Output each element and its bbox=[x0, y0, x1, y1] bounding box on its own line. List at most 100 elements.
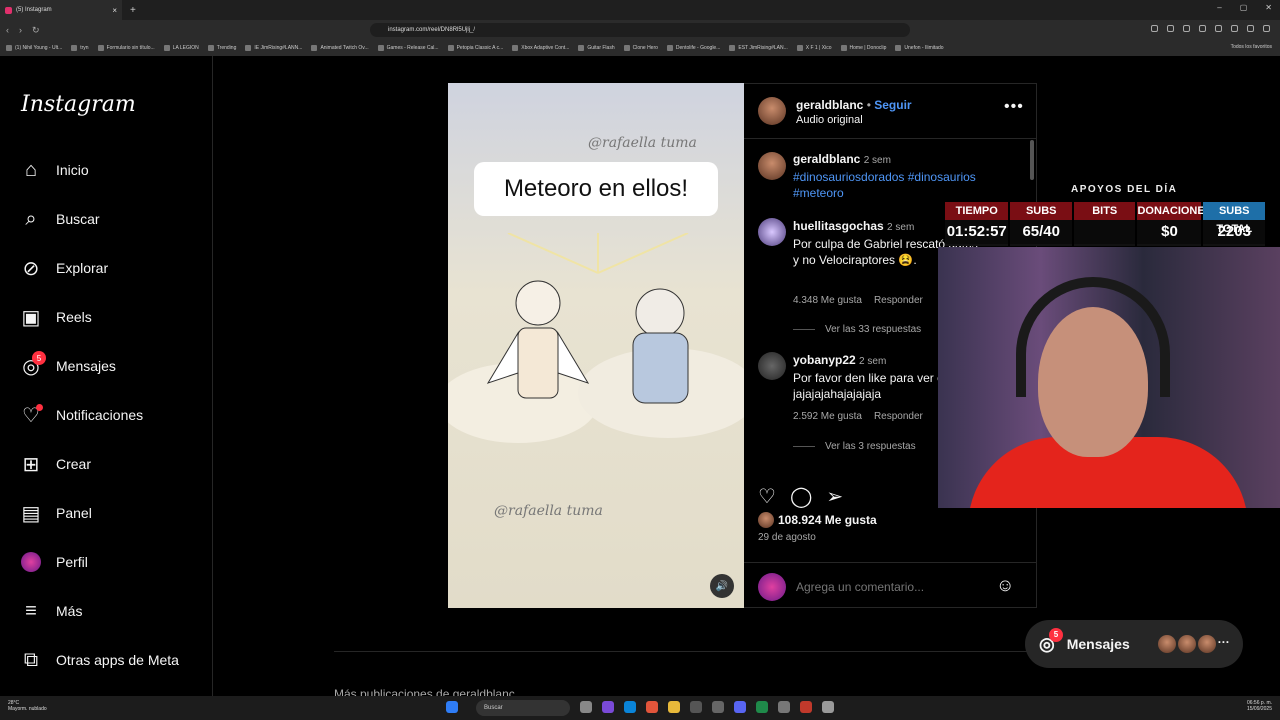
caption-avatar[interactable] bbox=[758, 152, 786, 180]
comment-username[interactable]: yobanyp22 bbox=[793, 353, 856, 367]
close-window-icon[interactable]: ✕ bbox=[1265, 3, 1272, 12]
terminal-icon[interactable] bbox=[756, 701, 768, 713]
bookmark-item[interactable]: Trending bbox=[207, 45, 236, 51]
reel-video[interactable]: @rafaella tuma Meteoro en ellos! @rafael… bbox=[448, 83, 744, 608]
maximize-icon[interactable]: ▢ bbox=[1240, 3, 1248, 12]
url-input[interactable]: instagram.com/reel/DN8Rl5Ujlj_/ bbox=[370, 23, 910, 37]
bookmark-item[interactable]: Guitar Flash bbox=[578, 45, 615, 51]
sidebar-item-más[interactable]: ≡ Más bbox=[20, 593, 210, 629]
bookmark-item[interactable]: (1) Nihil Young - Ult... bbox=[6, 45, 62, 51]
comment-input[interactable] bbox=[796, 577, 986, 597]
like-icon[interactable]: ♡ bbox=[758, 484, 776, 509]
post-date: 29 de agosto bbox=[758, 532, 816, 543]
sidebar-item-label: Reels bbox=[56, 309, 92, 325]
browser-tab[interactable]: (5) Instagram × bbox=[0, 0, 122, 20]
bookmark-item[interactable]: Dentolife - Google... bbox=[666, 45, 720, 51]
sidebar-item-reels[interactable]: ▣ Reels bbox=[20, 299, 210, 335]
bookmark-favicon-icon bbox=[840, 45, 847, 51]
sidebar-item-otras-apps-de-meta[interactable]: ⧉ Otras apps de Meta bbox=[20, 642, 210, 678]
emoji-icon[interactable]: ☺ bbox=[996, 575, 1014, 596]
extension-icon[interactable] bbox=[1215, 25, 1222, 32]
floating-messages-button[interactable]: ◎ 5 Mensajes ··· bbox=[1025, 620, 1243, 668]
comment-avatar[interactable] bbox=[758, 218, 786, 246]
taskbar-clock[interactable]: 06:56 p. m. 15/09/2025 bbox=[1247, 700, 1272, 712]
bookmark-item[interactable]: tryn bbox=[71, 45, 89, 51]
folder-icon[interactable] bbox=[668, 701, 680, 713]
settings-icon[interactable] bbox=[822, 701, 834, 713]
extension-icon[interactable] bbox=[1167, 25, 1174, 32]
window-controls: – ▢ ✕ bbox=[1217, 3, 1272, 12]
close-tab-icon[interactable]: × bbox=[112, 6, 117, 15]
bookmark-item[interactable]: Xbox Adaptive Cont... bbox=[512, 45, 569, 51]
sidebar-item-notificaciones[interactable]: ♡ Notificaciones bbox=[20, 397, 210, 433]
bookmark-item[interactable]: Home | Donoclip bbox=[840, 45, 886, 51]
comment-likes[interactable]: 2.592 Me gusta bbox=[793, 411, 862, 422]
reply-button[interactable]: Responder bbox=[874, 295, 923, 306]
app-icon[interactable] bbox=[712, 701, 724, 713]
new-tab-button[interactable]: + bbox=[130, 5, 136, 16]
extension-icon[interactable] bbox=[1151, 25, 1158, 32]
extension-icon[interactable] bbox=[1183, 25, 1190, 32]
weather-widget[interactable]: 28°C Mayorm. nublado bbox=[8, 700, 47, 712]
instagram-favicon-icon bbox=[5, 6, 12, 14]
bookmark-item[interactable]: Clone Hero bbox=[623, 45, 658, 51]
reel-illustration bbox=[448, 233, 744, 443]
comment-icon[interactable]: ◯ bbox=[790, 484, 812, 509]
bookmark-item[interactable]: Formulario sin título... bbox=[97, 45, 155, 51]
sidebar-item-label: Otras apps de Meta bbox=[56, 652, 179, 668]
sidebar-item-panel[interactable]: ▤ Panel bbox=[20, 495, 210, 531]
bookmark-item[interactable]: Petopia Classic A c... bbox=[447, 45, 503, 51]
sidebar-item-mensajes[interactable]: ◎ 5 Mensajes bbox=[20, 348, 210, 384]
messages-badge: 5 bbox=[1049, 627, 1063, 642]
sidebar-item-buscar[interactable]: ⌕ Buscar bbox=[20, 201, 210, 237]
like-count[interactable]: 108.924 Me gusta bbox=[758, 512, 877, 528]
comments-scrollbar[interactable] bbox=[1030, 140, 1034, 180]
author-avatar[interactable] bbox=[758, 97, 786, 125]
bookmark-item[interactable]: Unefon - Ilimitado bbox=[895, 45, 944, 51]
view-replies-button[interactable]: Ver las 3 respuestas bbox=[793, 441, 916, 452]
view-replies-button[interactable]: Ver las 33 respuestas bbox=[793, 324, 921, 335]
bookmark-favicon-icon bbox=[377, 45, 384, 51]
volume-icon[interactable]: 🔊 bbox=[710, 574, 734, 598]
bookmark-item[interactable]: IE JimRising#LANN... bbox=[245, 45, 302, 51]
bookmark-item[interactable]: Games - Release Cal... bbox=[377, 45, 439, 51]
extension-icon[interactable] bbox=[1231, 25, 1238, 32]
extension-icon[interactable] bbox=[1247, 25, 1254, 32]
reply-button[interactable]: Responder bbox=[874, 411, 923, 422]
sidebar-item-inicio[interactable]: ⌂ Inicio bbox=[20, 152, 210, 188]
sidebar-item-explorar[interactable]: ⊘ Explorar bbox=[20, 250, 210, 286]
sidebar-item-crear[interactable]: ⊞ Crear bbox=[20, 446, 210, 482]
app-icon[interactable] bbox=[690, 701, 702, 713]
edge-icon[interactable] bbox=[624, 701, 636, 713]
app-icon[interactable] bbox=[602, 701, 614, 713]
sidebar-item-perfil[interactable]: Perfil bbox=[20, 544, 210, 580]
app-icon[interactable] bbox=[800, 701, 812, 713]
back-icon[interactable]: ‹ bbox=[6, 25, 9, 35]
discord-icon[interactable] bbox=[734, 701, 746, 713]
extension-icon[interactable] bbox=[1199, 25, 1206, 32]
all-bookmarks-button[interactable]: Todos los favoritos bbox=[1231, 44, 1272, 50]
instagram-logo[interactable]: Instagram bbox=[21, 92, 136, 117]
more-options-icon[interactable]: ••• bbox=[1004, 98, 1024, 116]
minimize-icon[interactable]: – bbox=[1217, 3, 1221, 12]
bookmark-item[interactable]: EST JimRising#LAN... bbox=[729, 45, 788, 51]
share-icon[interactable]: ➢ bbox=[826, 484, 843, 509]
author-username[interactable]: geraldblanc bbox=[796, 98, 863, 112]
audio-label[interactable]: Audio original bbox=[796, 114, 863, 126]
app-icon[interactable] bbox=[778, 701, 790, 713]
forward-icon[interactable]: › bbox=[19, 25, 22, 35]
brave-icon[interactable] bbox=[646, 701, 658, 713]
extension-icon[interactable] bbox=[1263, 25, 1270, 32]
reload-icon[interactable]: ↻ bbox=[32, 25, 40, 36]
bookmark-item[interactable]: Animated Twitch Ov... bbox=[311, 45, 369, 51]
comment-username[interactable]: huellitasgochas bbox=[793, 219, 884, 233]
caption-username[interactable]: geraldblanc bbox=[793, 152, 860, 166]
app-icon[interactable] bbox=[580, 701, 592, 713]
start-icon[interactable] bbox=[446, 701, 458, 713]
follow-button[interactable]: Seguir bbox=[874, 98, 911, 112]
bookmark-item[interactable]: X F 1 | Xico bbox=[796, 45, 832, 51]
comment-likes[interactable]: 4.348 Me gusta bbox=[793, 295, 862, 306]
comment-avatar[interactable] bbox=[758, 352, 786, 380]
bookmark-item[interactable]: LA LEGION bbox=[163, 45, 199, 51]
taskbar-search[interactable]: Buscar bbox=[476, 700, 570, 716]
